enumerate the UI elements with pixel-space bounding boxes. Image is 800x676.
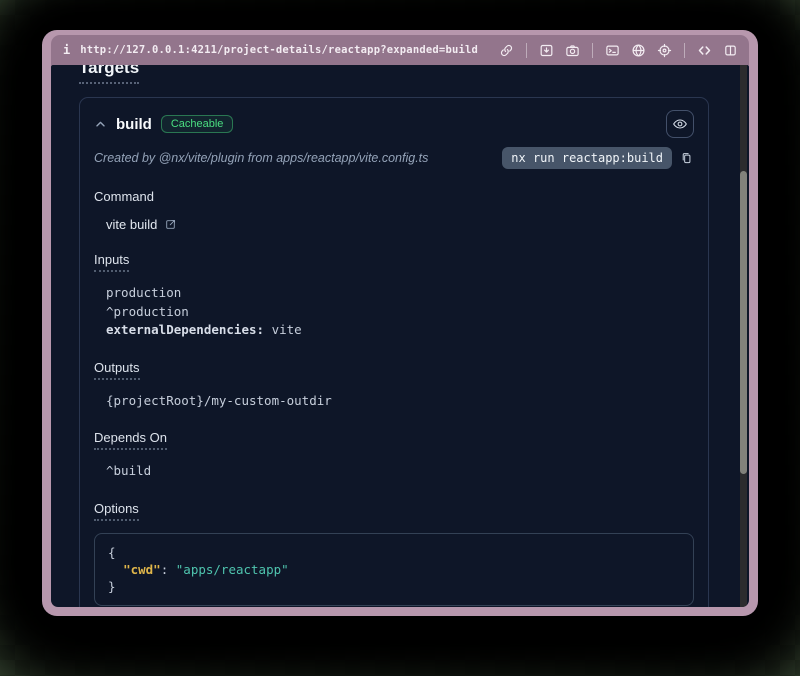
command-value-link[interactable]: vite build [106, 217, 177, 232]
cacheable-badge: Cacheable [161, 115, 234, 133]
download-icon[interactable] [538, 42, 555, 59]
link-icon[interactable] [498, 42, 515, 59]
targets-heading[interactable]: Targets [79, 65, 139, 84]
split-columns-icon[interactable] [722, 42, 739, 59]
build-target-card: build Cacheable Created by @nx/vite/plug… [79, 97, 709, 607]
output-item: {projectRoot}/my-custom-outdir [106, 392, 694, 411]
input-value: vite [264, 322, 302, 337]
info-icon[interactable]: i [63, 43, 70, 57]
code-brace-close: } [108, 579, 116, 594]
run-command-group: nx run reactapp:build [502, 147, 694, 169]
camera-icon[interactable] [564, 42, 581, 59]
build-card-header[interactable]: build Cacheable [94, 110, 694, 138]
scrollbar-thumb[interactable] [740, 171, 747, 474]
depends-on-section-label[interactable]: Depends On [94, 430, 167, 450]
scrollbar-track[interactable] [740, 65, 747, 607]
code-separator: : [161, 562, 176, 577]
input-item: production [106, 284, 694, 303]
target-icon[interactable] [656, 42, 673, 59]
input-item: ^production [106, 303, 694, 322]
depends-on-item: ^build [106, 462, 694, 481]
chevron-up-icon [94, 118, 107, 131]
outputs-section-label[interactable]: Outputs [94, 360, 140, 380]
code-icon[interactable] [696, 42, 713, 59]
code-key: "cwd" [123, 562, 161, 577]
code-brace-open: { [108, 545, 116, 560]
code-value: "apps/reactapp" [176, 562, 289, 577]
toolbar-separator [684, 43, 685, 58]
command-value: vite build [106, 217, 157, 232]
code-indent [108, 562, 123, 577]
browser-topbar: i http://127.0.0.1:4211/project-details/… [51, 35, 749, 65]
browser-window: i http://127.0.0.1:4211/project-details/… [42, 30, 758, 616]
command-section-label: Command [94, 189, 154, 204]
project-details-page: Targets build Cacheable Created by @nx/v… [51, 65, 749, 607]
options-section-label[interactable]: Options [94, 501, 139, 521]
view-target-button[interactable] [666, 110, 694, 138]
inputs-section-label[interactable]: Inputs [94, 252, 129, 272]
inputs-list: production ^production externalDependenc… [106, 284, 694, 340]
depends-on-list: ^build [106, 462, 694, 481]
terminal-icon[interactable] [604, 42, 621, 59]
created-by-text: Created by @nx/vite/plugin from apps/rea… [94, 151, 428, 165]
target-name: build [116, 116, 152, 133]
eye-icon [672, 116, 688, 132]
external-link-icon [164, 218, 177, 231]
run-command-chip[interactable]: nx run reactapp:build [502, 147, 672, 169]
copy-icon[interactable] [680, 151, 694, 165]
globe-icon[interactable] [630, 42, 647, 59]
toolbar-separator [592, 43, 593, 58]
options-code-block: { "cwd": "apps/reactapp" } [94, 533, 694, 606]
build-meta-row: Created by @nx/vite/plugin from apps/rea… [94, 147, 694, 169]
outputs-list: {projectRoot}/my-custom-outdir [106, 392, 694, 411]
url-display: http://127.0.0.1:4211/project-details/re… [80, 44, 478, 56]
toolbar-separator [526, 43, 527, 58]
input-item: externalDependencies: vite [106, 321, 694, 340]
toolbar-icon-group [498, 42, 739, 59]
input-key: externalDependencies: [106, 322, 264, 337]
